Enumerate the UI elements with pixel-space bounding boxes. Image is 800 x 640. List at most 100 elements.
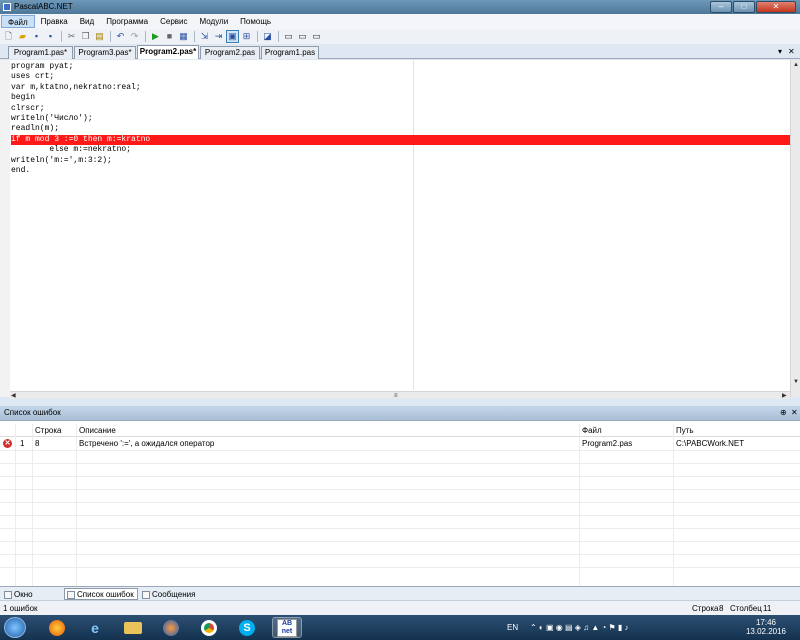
toolbar-separator <box>194 31 195 42</box>
chrome-icon[interactable] <box>194 617 224 638</box>
debug-icon[interactable]: ◪ <box>261 30 274 43</box>
grid-line <box>0 450 800 451</box>
grid-line <box>0 476 800 477</box>
toolbar: 🗋 ▰ ▪ ▪ ✂ ❐ ▤ ↶ ↷ ▶ ■ ▦ ⇲ ⇥ ▣ ⊞ ◪ ▭ ▭ ▭ <box>0 29 800 44</box>
grid-line <box>0 554 800 555</box>
pascalabc-icon: AB net <box>277 618 297 637</box>
menu-modules[interactable]: Модули <box>194 15 235 28</box>
window-icon-3[interactable]: ▭ <box>310 30 323 43</box>
code-text: var m,ktatno,nekratno:real; <box>11 82 141 92</box>
minimize-button[interactable]: – <box>710 1 732 13</box>
grid-line <box>673 424 674 586</box>
error-path: C:\PABCWork.NET <box>676 439 745 448</box>
horizontal-scrollbar[interactable]: ◀ ≡ ▶ <box>10 391 790 399</box>
grid-line <box>0 502 800 503</box>
menu-view[interactable]: Вид <box>74 15 100 28</box>
menu-edit[interactable]: Правка <box>35 15 74 28</box>
file-explorer-icon[interactable] <box>118 617 148 638</box>
column-description[interactable]: Описание <box>76 424 579 437</box>
error-number: 1 <box>20 439 25 448</box>
table-row[interactable]: ✕ 1 8 Встречено ':=', а ожидался операто… <box>0 437 800 450</box>
toolbar-separator <box>145 31 146 42</box>
tab-label: Список ошибок <box>77 590 134 599</box>
code-text: writeln('Число'); <box>11 113 93 123</box>
column-path[interactable]: Путь <box>673 424 800 437</box>
media-player-icon[interactable] <box>156 617 186 638</box>
grid-line <box>0 567 800 568</box>
save-all-icon[interactable]: ▪ <box>44 30 57 43</box>
tab-program1[interactable]: Program1.pas <box>261 46 319 59</box>
scroll-down-icon[interactable]: ▼ <box>793 378 799 386</box>
pin-icon[interactable]: ⊕ <box>780 406 787 420</box>
tab-program2[interactable]: Program2.pas <box>200 46 260 59</box>
code-text: program pyat; <box>11 62 74 71</box>
tab-program3-modified[interactable]: Program3.pas* <box>74 46 136 59</box>
code-text: begin <box>11 93 36 103</box>
window-icon-1[interactable]: ▭ <box>282 30 295 43</box>
tab-list-icon[interactable]: ▾ <box>778 46 782 58</box>
grid-line <box>0 528 800 529</box>
title-bar: PascalABC.NET <box>0 0 800 14</box>
error-list-header: Строка Описание Файл Путь <box>0 424 800 437</box>
output-window-icon <box>4 591 12 599</box>
compile-icon[interactable]: ▦ <box>177 30 190 43</box>
copy-icon[interactable]: ❐ <box>79 30 92 43</box>
clock[interactable]: 17:46 13.02.2016 <box>746 618 786 636</box>
firefox-icon[interactable] <box>42 617 72 638</box>
app-icon <box>3 3 11 11</box>
paste-icon[interactable]: ▤ <box>93 30 106 43</box>
window-controls: – □ ✕ <box>710 1 796 13</box>
stop-icon[interactable]: ■ <box>163 30 176 43</box>
tab-output-window[interactable]: Окно вывода <box>1 588 63 611</box>
error-description: Встречено ':=', а ожидался оператор <box>79 439 215 448</box>
error-file: Program2.pas <box>582 439 633 448</box>
clock-date: 13.02.2016 <box>745 627 786 636</box>
window-icon-2[interactable]: ▭ <box>296 30 309 43</box>
start-button[interactable] <box>4 617 26 638</box>
tab-program1-modified[interactable]: Program1.pas* <box>8 46 73 59</box>
redo-icon[interactable]: ↷ <box>128 30 141 43</box>
toolbar-separator <box>278 31 279 42</box>
step-into-icon[interactable]: ⇲ <box>198 30 211 43</box>
maximize-button[interactable]: □ <box>733 1 755 13</box>
panel-close-icon[interactable]: ✕ <box>791 406 798 420</box>
cut-icon[interactable]: ✂ <box>65 30 78 43</box>
menu-bar: Файл Правка Вид Программа Сервис Модули … <box>0 14 800 29</box>
menu-help[interactable]: Помощь <box>234 15 277 28</box>
menu-file[interactable]: Файл <box>1 15 35 28</box>
close-button[interactable]: ✕ <box>756 1 796 13</box>
tab-compiler-messages[interactable]: Сообщения компилятора <box>139 588 245 611</box>
error-line: 8 <box>35 439 40 448</box>
tray-icons[interactable]: ⌃ ◐ ▣ ◉ ▤ ◈ ♫ ▲ ◔ ⚑ ▮ ♪ <box>530 615 629 640</box>
menu-program[interactable]: Программа <box>100 15 154 28</box>
scroll-right-icon[interactable]: ▶ <box>782 392 787 400</box>
pascalabc-taskbar-button[interactable]: AB net <box>272 617 302 638</box>
menu-service[interactable]: Сервис <box>154 15 193 28</box>
tab-error-list[interactable]: Список ошибок <box>64 588 138 600</box>
skype-icon[interactable]: S <box>232 617 262 638</box>
scroll-thumb-icon[interactable]: ≡ <box>394 392 398 400</box>
form-designer-icon[interactable]: ⊞ <box>240 30 253 43</box>
internet-explorer-icon[interactable]: e <box>80 617 110 638</box>
code-line: clrscr; <box>11 104 790 114</box>
column-file[interactable]: Файл <box>579 424 673 437</box>
tab-close-icon[interactable]: ✕ <box>788 46 795 58</box>
undo-icon[interactable]: ↶ <box>114 30 127 43</box>
save-icon[interactable]: ▪ <box>30 30 43 43</box>
output-window-icon[interactable]: ▣ <box>226 30 239 43</box>
language-indicator[interactable]: EN <box>507 615 518 640</box>
step-over-icon[interactable]: ⇥ <box>212 30 225 43</box>
new-file-icon[interactable]: 🗋 <box>2 30 15 43</box>
tab-program2-modified[interactable]: Program2.pas* <box>137 45 199 59</box>
vertical-scrollbar[interactable]: ▲ ▼ <box>790 60 800 397</box>
column-line[interactable]: Строка <box>32 424 76 437</box>
scroll-up-icon[interactable]: ▲ <box>793 61 799 69</box>
open-folder-icon[interactable]: ▰ <box>16 30 29 43</box>
code-line: begin <box>11 93 790 103</box>
bottom-tabs: Окно вывода Список ошибок Сообщения комп… <box>0 586 800 611</box>
run-icon[interactable]: ▶ <box>149 30 162 43</box>
code-line: else m:=nekratno; <box>11 145 790 155</box>
grid-line <box>15 424 16 586</box>
scroll-left-icon[interactable]: ◀ <box>11 392 16 400</box>
grid-line <box>0 463 800 464</box>
